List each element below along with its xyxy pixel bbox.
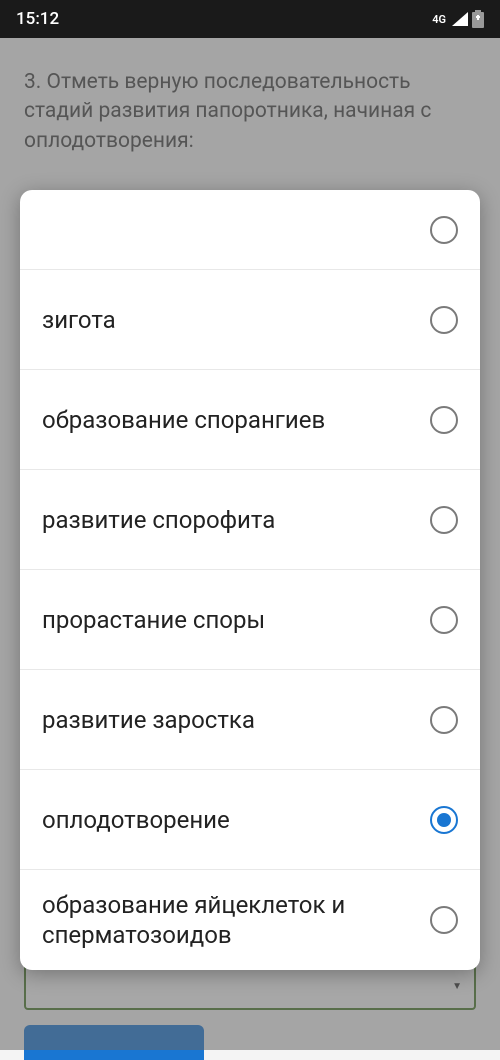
option-row[interactable]: развитие заростка (20, 670, 480, 770)
signal-icon (452, 12, 468, 26)
option-label: оплодотворение (42, 805, 242, 835)
radio-icon[interactable] (430, 506, 458, 534)
option-row[interactable]: прорастание споры (20, 570, 480, 670)
option-label: образование спорангиев (42, 405, 337, 435)
option-row[interactable] (20, 190, 480, 270)
option-label: развитие спорофита (42, 505, 287, 535)
radio-icon[interactable] (430, 216, 458, 244)
option-row[interactable]: развитие спорофита (20, 470, 480, 570)
radio-icon[interactable] (430, 406, 458, 434)
option-label: развитие заростка (42, 705, 267, 735)
options-dialog: зигота образование спорангиев развитие спо… (20, 190, 480, 970)
option-row[interactable]: образование яйцеклеток и сперматозоидов (20, 870, 480, 970)
radio-icon[interactable] (430, 706, 458, 734)
option-row[interactable]: образование спорангиев (20, 370, 480, 470)
network-type-label: 4G (432, 13, 446, 26)
radio-icon[interactable] (430, 906, 458, 934)
status-icons: 4G (432, 10, 484, 28)
option-label: образование яйцеклеток и сперматозоидов (42, 890, 430, 950)
status-time: 15:12 (16, 9, 59, 29)
status-bar: 15:12 4G (0, 0, 500, 38)
option-row[interactable]: оплодотворение (20, 770, 480, 870)
radio-icon[interactable] (430, 306, 458, 334)
battery-icon (472, 10, 484, 28)
option-row[interactable]: зигота (20, 270, 480, 370)
option-label: прорастание споры (42, 605, 277, 635)
radio-icon[interactable] (430, 806, 458, 834)
option-label: зигота (42, 305, 128, 335)
radio-icon[interactable] (430, 606, 458, 634)
